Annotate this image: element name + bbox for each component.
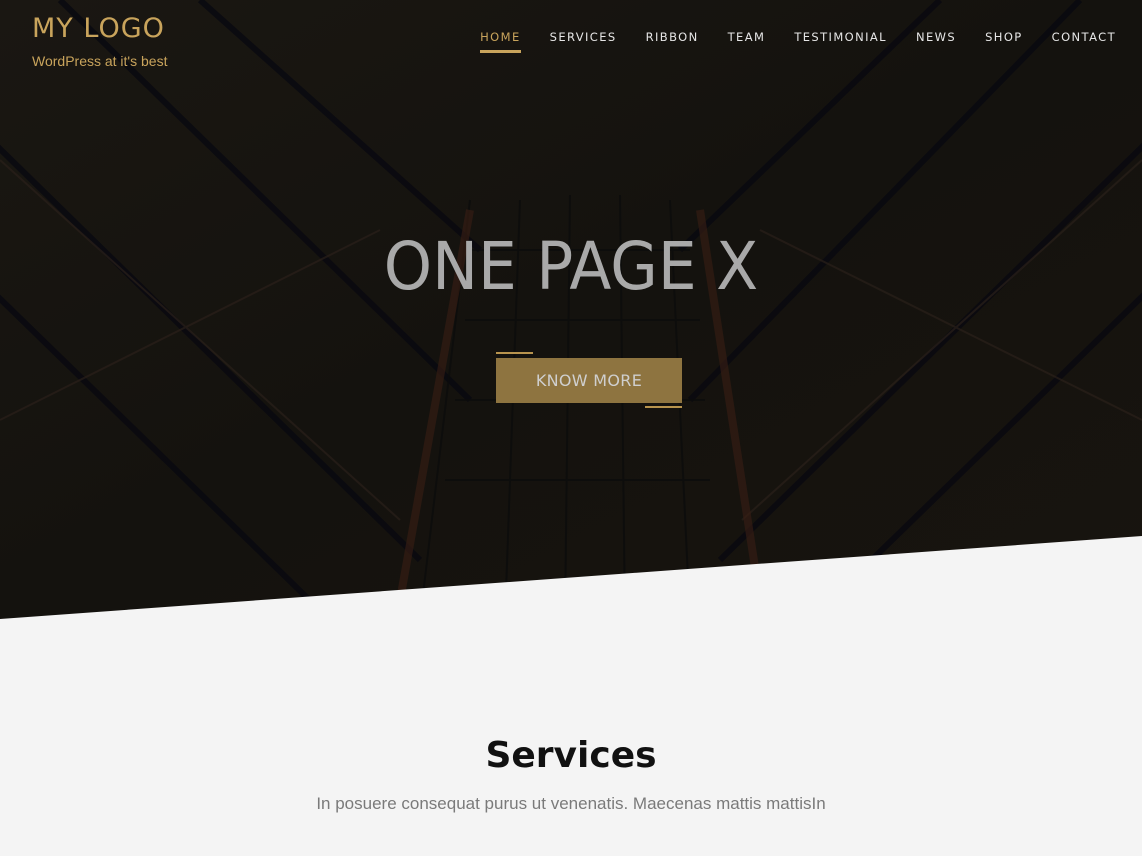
logo-title[interactable]: MY LOGO (32, 12, 167, 46)
hero-background-image (0, 0, 1142, 620)
services-heading: Services (485, 735, 657, 776)
know-more-button-wrapper: KNOW MORE (496, 352, 682, 408)
hero-section (0, 0, 1142, 620)
nav-item-contact[interactable]: CONTACT (1052, 30, 1116, 52)
nav-item-home[interactable]: HOME (480, 30, 521, 53)
nav-item-testimonial[interactable]: TESTIMONIAL (794, 30, 887, 52)
nav-item-services[interactable]: SERVICES (550, 30, 617, 52)
nav-item-news[interactable]: NEWS (916, 30, 956, 52)
button-accent-line-top (496, 352, 533, 354)
logo-tagline: WordPress at it's best (32, 53, 168, 69)
services-section: Services In posuere consequat purus ut v… (0, 735, 1142, 814)
services-subtitle: In posuere consequat purus ut venenatis.… (316, 794, 826, 813)
nav-item-team[interactable]: TEAM (728, 30, 766, 52)
main-navigation: HOME SERVICES RIBBON TEAM TESTIMONIAL NE… (451, 30, 1116, 53)
nav-item-shop[interactable]: SHOP (985, 30, 1023, 52)
nav-item-ribbon[interactable]: RIBBON (646, 30, 699, 52)
hero-title: ONE PAGE X (383, 228, 759, 305)
site-logo[interactable]: MY LOGO WordPress at it's best (32, 12, 167, 70)
button-accent-line-bottom (645, 406, 682, 408)
know-more-button[interactable]: KNOW MORE (496, 358, 682, 403)
